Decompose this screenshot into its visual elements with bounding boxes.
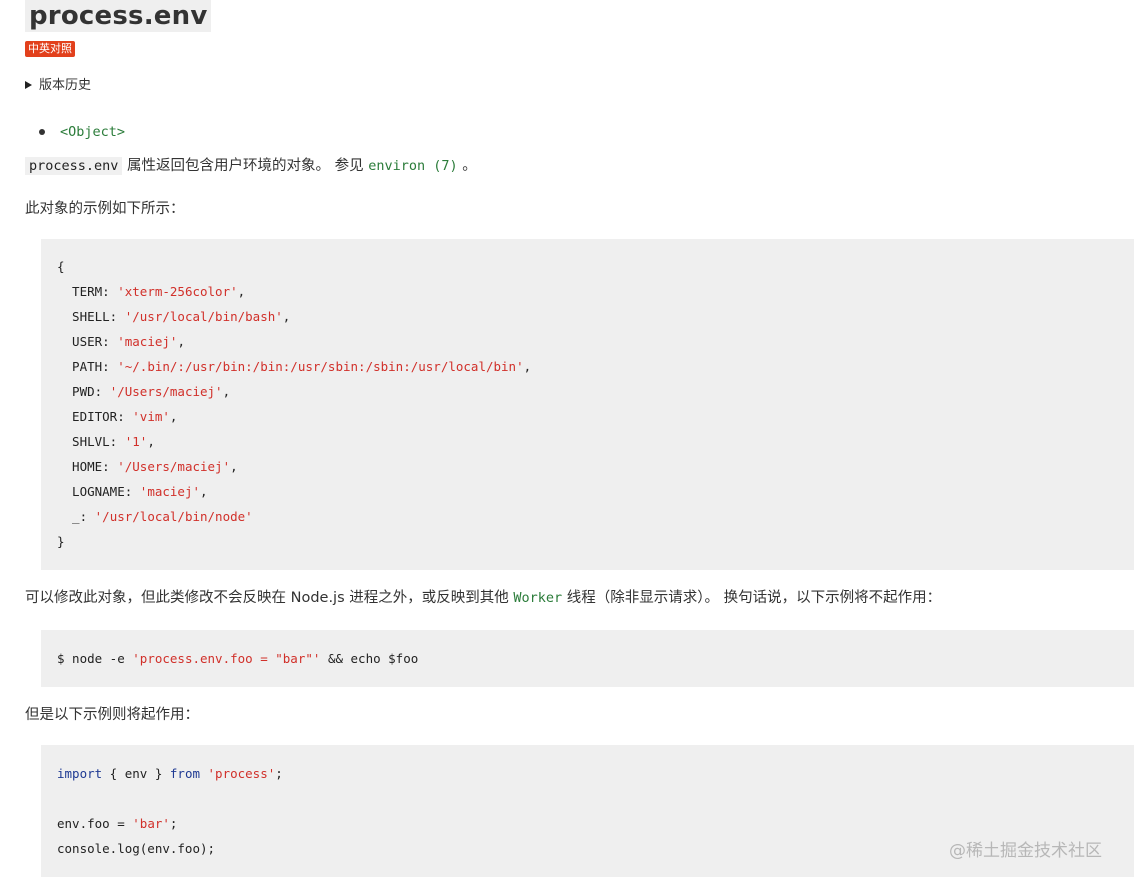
- code-text: $ node -e: [57, 651, 133, 666]
- code-line: {: [57, 259, 65, 274]
- env-value: '~/.bin/:/usr/bin:/bin:/usr/sbin:/sbin:/…: [117, 359, 524, 374]
- code-punct: ,: [237, 284, 246, 299]
- code-text: ;: [275, 766, 283, 781]
- code-punct: ,: [222, 384, 231, 399]
- env-entry-line: LOGNAME: 'maciej',: [57, 479, 1134, 504]
- env-key: PWD:: [57, 384, 110, 399]
- env-key: LOGNAME:: [57, 484, 140, 499]
- watermark: @稀土掘金技术社区: [949, 841, 1102, 861]
- code-text: && echo $foo: [320, 651, 419, 666]
- inline-code-process-env: process.env: [25, 157, 123, 175]
- object-type-link[interactable]: <Object>: [60, 122, 125, 142]
- code-punct: ,: [200, 484, 208, 499]
- bilingual-badge[interactable]: 中英对照: [25, 41, 75, 57]
- version-history-toggle[interactable]: 版本历史: [25, 77, 91, 95]
- modification-text: 可以修改此对象，但此类修改不会反映在 Node.js 进程之外，或反映到其他: [25, 590, 514, 606]
- env-entry-line: USER: 'maciej',: [57, 329, 1134, 354]
- code-punct: ,: [169, 409, 178, 424]
- env-value: 'maciej': [117, 334, 178, 349]
- environ-link[interactable]: environ (7): [368, 158, 457, 174]
- version-history-label: 版本历史: [39, 78, 92, 93]
- env-value: 'xterm-256color': [117, 284, 238, 299]
- code-line: import { env } from 'process';: [57, 761, 1134, 786]
- code-string: 'process.env.foo = "bar"': [132, 651, 321, 666]
- modification-paragraph: 可以修改此对象，但此类修改不会反映在 Node.js 进程之外，或反映到其他 W…: [25, 587, 941, 609]
- env-entry-line: HOME: '/Users/maciej',: [57, 454, 1134, 479]
- env-key: USER:: [57, 334, 118, 349]
- code-keyword: from: [169, 766, 200, 781]
- code-line: $ node -e 'process.env.foo = "bar"' && e…: [57, 646, 1134, 671]
- env-key: _:: [57, 509, 95, 524]
- env-value: '1': [124, 434, 148, 449]
- env-value: 'maciej': [139, 484, 201, 499]
- env-entry-line: SHELL: '/usr/local/bin/bash',: [57, 304, 1134, 329]
- page-title: process.env: [25, 0, 212, 32]
- code-punct: ,: [177, 334, 185, 349]
- code-keyword: import: [57, 766, 103, 781]
- worker-link[interactable]: Worker: [513, 590, 562, 606]
- env-key: EDITOR:: [57, 409, 133, 424]
- code-punct: ,: [282, 309, 291, 324]
- description-text-end: 。: [457, 158, 477, 174]
- bullet-icon: [39, 129, 45, 135]
- env-entry-line: PWD: '/Users/maciej',: [57, 379, 1134, 404]
- env-value: '/usr/local/bin/bash': [124, 309, 283, 324]
- code-punct: ,: [147, 434, 155, 449]
- shell-example-code-block: $ node -e 'process.env.foo = "bar"' && e…: [41, 630, 1134, 687]
- code-line: }: [57, 534, 65, 549]
- code-text: { env }: [102, 766, 170, 781]
- env-value: '/Users/maciej': [117, 459, 231, 474]
- env-value: '/Users/maciej': [109, 384, 223, 399]
- env-entry-line: _: '/usr/local/bin/node': [57, 504, 1134, 529]
- env-entry-line: TERM: 'xterm-256color',: [57, 279, 1134, 304]
- code-punct: ,: [523, 359, 532, 374]
- env-value: '/usr/local/bin/node': [94, 509, 253, 524]
- env-key: SHELL:: [57, 309, 125, 324]
- env-key: PATH:: [57, 359, 118, 374]
- env-value: 'vim': [132, 409, 170, 424]
- code-text: env.foo =: [57, 816, 133, 831]
- code-string: 'process': [207, 766, 276, 781]
- env-key: TERM:: [57, 284, 118, 299]
- working-example-intro: 但是以下示例则将起作用：: [25, 707, 199, 723]
- disclosure-triangle-icon: [25, 81, 32, 89]
- description-paragraph: process.env 属性返回包含用户环境的对象。 参见 environ (7…: [25, 155, 477, 177]
- description-text: 属性返回包含用户环境的对象。 参见: [122, 158, 369, 174]
- env-entry-line: EDITOR: 'vim',: [57, 404, 1134, 429]
- modification-text-end: 线程（除非显示请求）。 换句话说，以下示例将不起作用：: [562, 590, 942, 606]
- env-example-code-block: { TERM: 'xterm-256color', SHELL: '/usr/l…: [41, 239, 1134, 570]
- env-key: HOME:: [57, 459, 118, 474]
- env-entry-line: SHLVL: '1',: [57, 429, 1134, 454]
- env-entry-line: PATH: '~/.bin/:/usr/bin:/bin:/usr/sbin:/…: [57, 354, 1134, 379]
- code-text: ;: [169, 816, 178, 831]
- code-punct: ,: [230, 459, 238, 474]
- code-string: 'bar': [132, 816, 170, 831]
- code-line: env.foo = 'bar';: [57, 811, 1134, 836]
- example-intro: 此对象的示例如下所示：: [25, 201, 185, 217]
- env-key: SHLVL:: [57, 434, 125, 449]
